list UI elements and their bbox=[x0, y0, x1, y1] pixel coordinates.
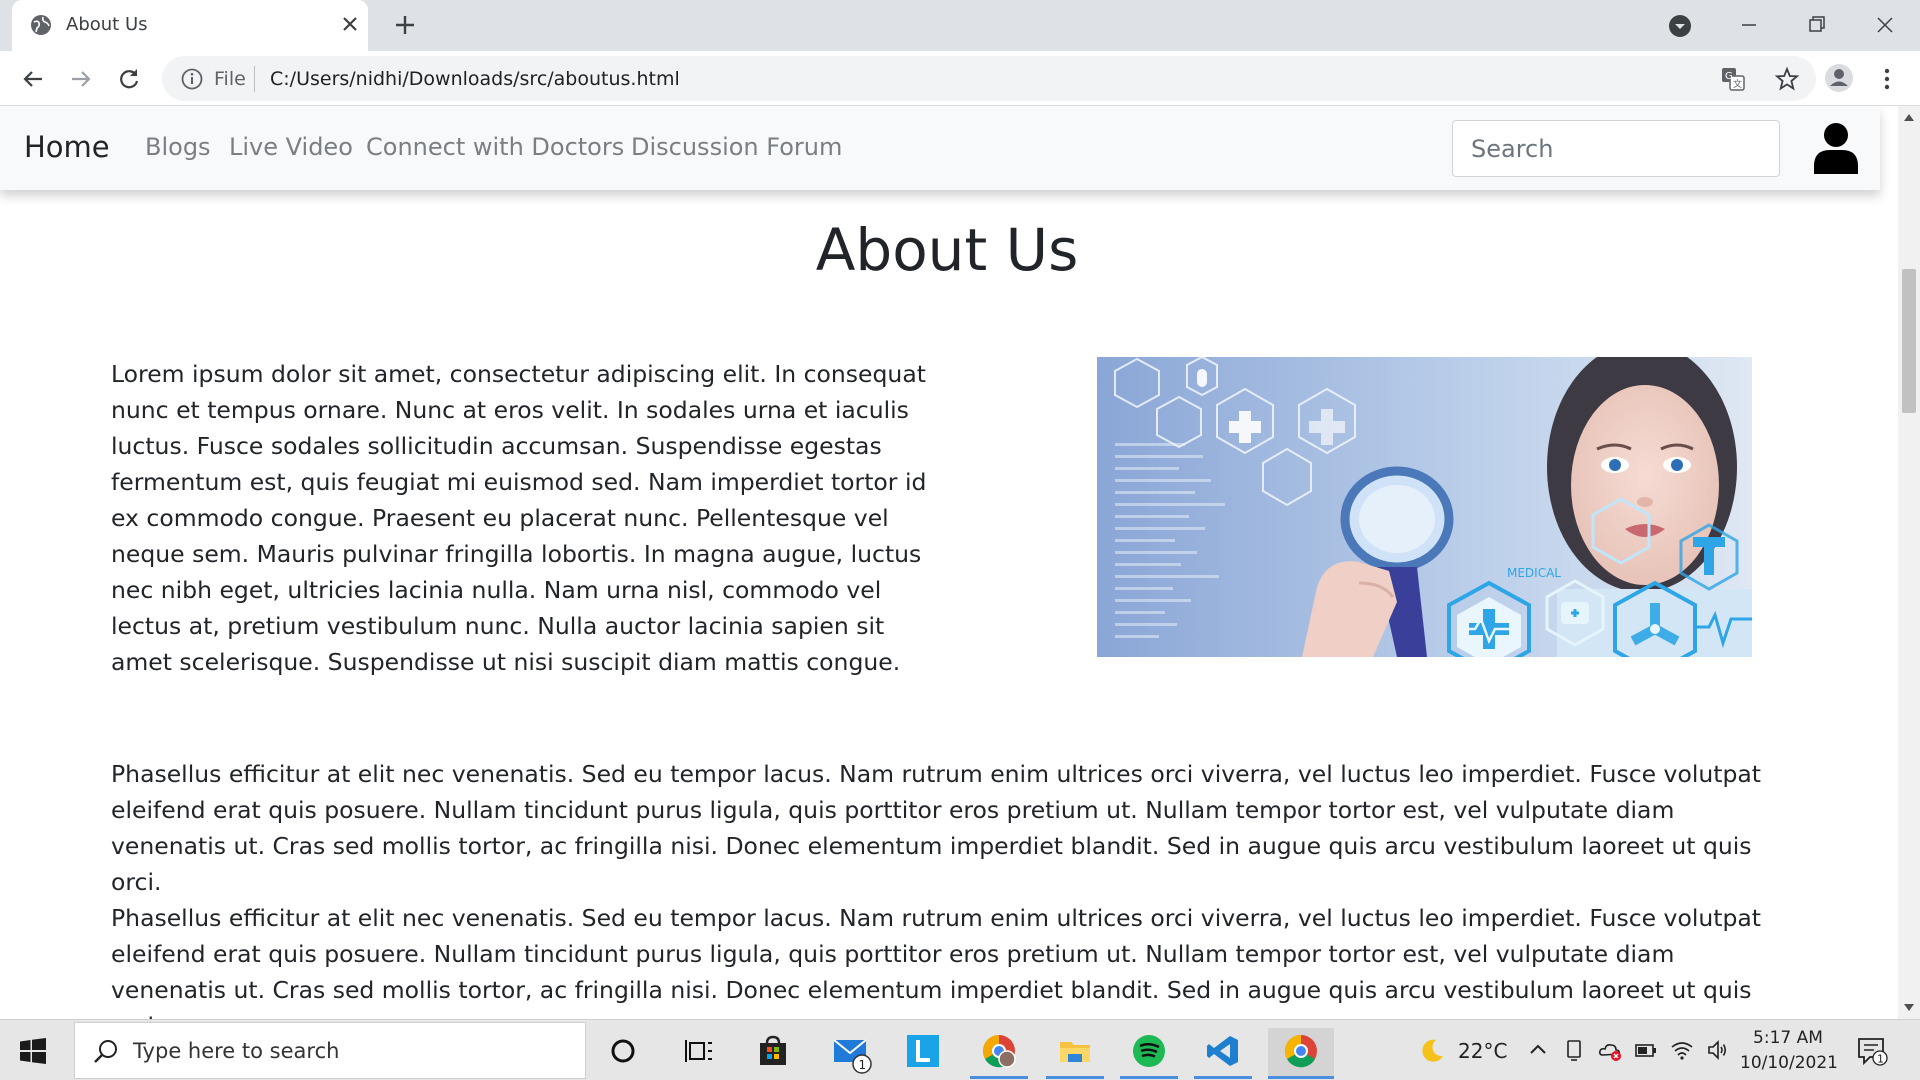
wifi-icon[interactable] bbox=[1670, 1038, 1694, 1062]
search-icon bbox=[94, 1040, 117, 1063]
l-app-icon bbox=[907, 1035, 939, 1067]
mail-icon: 1 bbox=[833, 1039, 872, 1074]
medical-doctor-image: MEDICAL bbox=[1097, 357, 1752, 657]
taskbar-app-l[interactable] bbox=[894, 1028, 952, 1078]
star-icon[interactable] bbox=[1774, 66, 1800, 92]
taskbar-app-mail[interactable]: 1 bbox=[820, 1028, 878, 1078]
address-bar[interactable]: File C:/Users/nidhi/Downloads/src/aboutu… bbox=[162, 56, 1816, 101]
page-scrollbar[interactable] bbox=[1898, 106, 1920, 1019]
mail-badge-count: 1 bbox=[859, 1058, 867, 1072]
nav-link-connect-with-doctors[interactable]: Connect with Doctors bbox=[366, 133, 624, 161]
cortana-icon bbox=[611, 1039, 635, 1063]
task-view-button[interactable] bbox=[670, 1028, 728, 1078]
nav-link-live-video[interactable]: Live Video bbox=[229, 133, 353, 161]
close-icon[interactable] bbox=[338, 12, 362, 36]
chevron-up-icon[interactable] bbox=[1526, 1038, 1550, 1062]
browser-tab-about-us[interactable]: About Us bbox=[12, 0, 368, 51]
taskbar-search-box[interactable]: Type here to search bbox=[74, 1022, 586, 1079]
body-paragraph-2: Phasellus efficitur at elit nec venenati… bbox=[111, 904, 1761, 1019]
globe-icon bbox=[31, 15, 51, 35]
forward-icon[interactable] bbox=[66, 64, 96, 94]
battery-icon[interactable] bbox=[1634, 1038, 1658, 1062]
taskbar-clock[interactable]: 5:17 AM 10/10/2021 bbox=[1740, 1026, 1838, 1076]
windows-taskbar: Type here to search 1 22°C 5:17 AM 10/10… bbox=[0, 1019, 1920, 1080]
store-icon bbox=[760, 1035, 786, 1065]
chrome-icon bbox=[1284, 1034, 1317, 1068]
taskbar-app-file-explorer[interactable] bbox=[1046, 1028, 1104, 1079]
nav-brand-home[interactable]: Home bbox=[24, 130, 110, 164]
body-paragraph-1: Phasellus efficitur at elit nec venenati… bbox=[111, 760, 1761, 896]
task-view-icon bbox=[685, 1040, 712, 1062]
volume-icon[interactable] bbox=[1706, 1038, 1730, 1062]
scroll-up-arrow-icon[interactable] bbox=[1903, 112, 1915, 122]
url-text[interactable]: C:/Users/nidhi/Downloads/src/aboutus.htm… bbox=[270, 68, 680, 90]
taskbar-app-store[interactable] bbox=[744, 1028, 802, 1078]
weather-temperature[interactable]: 22°C bbox=[1458, 1039, 1507, 1063]
notification-icon[interactable]: 1 bbox=[1856, 1036, 1888, 1066]
taskbar-app-chrome[interactable] bbox=[1268, 1028, 1334, 1079]
svg-text:G: G bbox=[1725, 71, 1733, 82]
translate-icon[interactable]: G 文 bbox=[1720, 66, 1746, 92]
taskbar-search-placeholder: Type here to search bbox=[133, 1039, 340, 1063]
vscode-icon bbox=[1207, 1036, 1238, 1066]
tab-title: About Us bbox=[66, 14, 148, 35]
taskbar-app-spotify[interactable] bbox=[1120, 1028, 1178, 1079]
page-viewport: Home Blogs Live Video Connect with Docto… bbox=[0, 106, 1898, 1019]
intro-paragraph: Lorem ipsum dolor sit amet, consectetur … bbox=[111, 360, 927, 676]
chrome-profile-icon bbox=[982, 1034, 1016, 1068]
tab-search-icon[interactable] bbox=[1668, 14, 1692, 38]
url-scheme-label: File bbox=[214, 68, 246, 90]
reload-icon[interactable] bbox=[114, 64, 144, 94]
close-window-icon[interactable] bbox=[1870, 10, 1900, 40]
url-separator bbox=[254, 66, 255, 92]
info-icon[interactable] bbox=[180, 67, 204, 91]
taskbar-app-chrome-profile[interactable] bbox=[970, 1028, 1028, 1079]
nav-link-discussion-forum[interactable]: Discussion Forum bbox=[631, 133, 842, 161]
cortana-button[interactable] bbox=[594, 1028, 652, 1078]
browser-tab-strip: About Us bbox=[0, 0, 1920, 51]
taskbar-app-vscode[interactable] bbox=[1194, 1028, 1252, 1079]
user-icon[interactable] bbox=[1812, 122, 1860, 174]
page-title: About Us bbox=[815, 216, 1079, 284]
site-navbar: Home Blogs Live Video Connect with Docto… bbox=[0, 106, 1880, 190]
browser-toolbar: File C:/Users/nidhi/Downloads/src/aboutu… bbox=[0, 51, 1920, 106]
restore-icon[interactable] bbox=[1802, 10, 1832, 40]
back-icon[interactable] bbox=[18, 64, 48, 94]
windows-icon[interactable] bbox=[20, 1038, 46, 1064]
clock-date: 10/10/2021 bbox=[1740, 1053, 1838, 1073]
moon-weather-icon[interactable] bbox=[1418, 1037, 1446, 1065]
scrollbar-thumb[interactable] bbox=[1902, 269, 1916, 413]
svg-text:文: 文 bbox=[1733, 78, 1742, 90]
minimize-icon[interactable] bbox=[1734, 10, 1764, 40]
site-search-input[interactable] bbox=[1452, 120, 1780, 177]
notification-count: 1 bbox=[1877, 1053, 1884, 1066]
clock-time: 5:17 AM bbox=[1753, 1028, 1823, 1048]
device-icon[interactable] bbox=[1562, 1038, 1586, 1062]
folder-icon bbox=[1060, 1042, 1090, 1062]
image-medical-label: MEDICAL bbox=[1507, 566, 1561, 580]
onedrive-error-icon[interactable] bbox=[1598, 1038, 1622, 1062]
profile-icon[interactable] bbox=[1824, 63, 1854, 93]
spotify-icon bbox=[1133, 1035, 1165, 1067]
plus-icon[interactable] bbox=[392, 12, 418, 38]
menu-icon[interactable] bbox=[1872, 64, 1902, 94]
nav-link-blogs[interactable]: Blogs bbox=[145, 133, 211, 161]
scroll-down-arrow-icon[interactable] bbox=[1903, 1003, 1915, 1013]
